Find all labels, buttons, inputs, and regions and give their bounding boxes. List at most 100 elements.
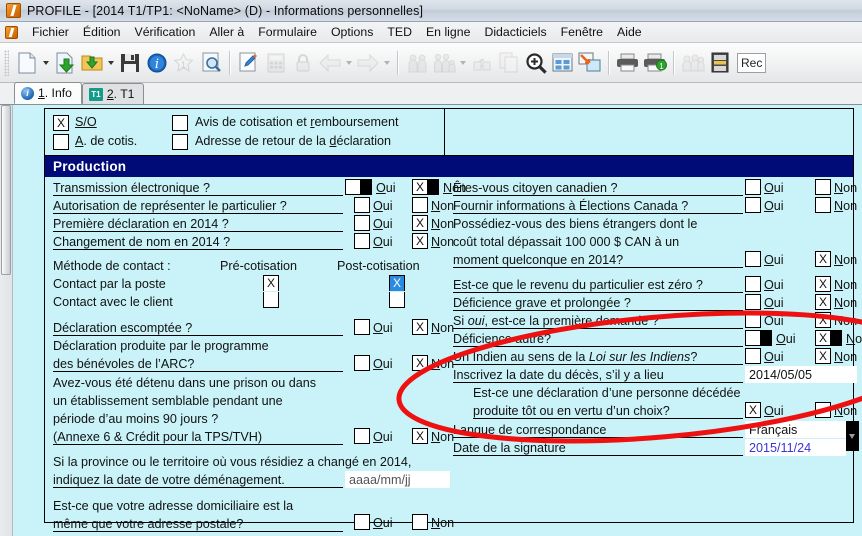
menu-item-en-ligne[interactable]: En ligne	[419, 23, 477, 41]
checkbox-changement-oui[interactable]	[354, 233, 370, 249]
menu-item-aide[interactable]: Aide	[610, 23, 649, 41]
label-r-non-4: Non	[834, 278, 858, 292]
input-langue-correspondance[interactable]: Français	[745, 421, 846, 438]
star-one-icon[interactable]: 1	[170, 49, 197, 76]
menu-item-fenetre[interactable]: Fenêtre	[554, 23, 610, 41]
focus-block-1	[361, 179, 372, 195]
checkbox-escomptee-non[interactable]: X	[412, 319, 428, 335]
forward-arrow-icon[interactable]	[354, 49, 381, 76]
label-adresse-retour: Adresse de retour de la déclaration	[195, 134, 392, 148]
menu-item-ted[interactable]: TED	[380, 23, 419, 41]
t1-icon: T1	[88, 87, 103, 101]
checkbox-premiere-oui[interactable]	[354, 215, 370, 231]
print-icon[interactable]	[614, 49, 641, 76]
chevron-down-icon[interactable]	[846, 421, 859, 451]
checkbox-deces-oui[interactable]: X	[745, 402, 761, 418]
checkbox-autorisation-non[interactable]	[412, 197, 428, 213]
checkbox-benevoles-non[interactable]: X	[412, 355, 428, 371]
checkbox-client-post[interactable]	[389, 292, 405, 308]
menu-item-formulaire[interactable]: Formulaire	[251, 23, 324, 41]
back-arrow-icon[interactable]	[316, 49, 343, 76]
checkbox-adresse-non[interactable]	[412, 514, 428, 530]
grid-view-icon[interactable]	[549, 49, 576, 76]
checkbox-avis-cotisation[interactable]	[172, 115, 188, 131]
lock-icon[interactable]	[289, 49, 316, 76]
label-r-oui-8: Oui	[764, 350, 784, 364]
save-icon[interactable]	[116, 49, 143, 76]
edit-icon[interactable]	[235, 49, 262, 76]
checkbox-a-de-cotis[interactable]	[53, 134, 69, 150]
menu-item-aller-a[interactable]: Aller à	[202, 23, 251, 41]
menu-item-verification[interactable]: Vérification	[128, 23, 203, 41]
record-search-field[interactable]: Rec	[737, 52, 767, 73]
menu-item-fichier[interactable]: Fichier	[25, 23, 76, 41]
new-document-icon[interactable]	[13, 49, 40, 76]
scrollbar-thumb[interactable]	[1, 105, 11, 275]
tab-info[interactable]: i 1. Info	[14, 82, 82, 104]
checkbox-premiere-non[interactable]: X	[412, 215, 428, 231]
toolbar-grip[interactable]	[4, 49, 9, 76]
back-dropdown-icon[interactable]	[343, 49, 354, 76]
checkbox-deficience-autre-non[interactable]: X	[815, 330, 831, 346]
checkbox-poste-pre[interactable]: X	[263, 275, 279, 291]
open-folder-icon[interactable]	[78, 49, 105, 76]
checkbox-premiere-demande-non[interactable]: X	[815, 312, 831, 328]
import-client-icon[interactable]	[51, 49, 78, 76]
input-date-signature[interactable]: 2015/11/24	[745, 439, 846, 456]
family-group-icon[interactable]	[430, 49, 457, 76]
print-one-icon[interactable]: 1	[641, 49, 668, 76]
archive-icon[interactable]	[706, 49, 733, 76]
checkbox-deficience-non[interactable]: X	[815, 294, 831, 310]
checkbox-prison-oui[interactable]	[354, 428, 370, 444]
toolbar-separator	[229, 50, 230, 75]
clients-icon[interactable]	[679, 49, 706, 76]
new-document-dropdown-icon[interactable]	[40, 49, 51, 76]
tab-t1[interactable]: T1 2. T1	[81, 83, 145, 104]
checkbox-revenu-non[interactable]: X	[815, 276, 831, 292]
forward-dropdown-icon[interactable]	[381, 49, 392, 76]
preview-icon[interactable]	[197, 49, 224, 76]
zoom-in-icon[interactable]	[522, 49, 549, 76]
family-icon[interactable]	[403, 49, 430, 76]
checkbox-client-pre[interactable]	[263, 292, 279, 308]
checkbox-biens-oui[interactable]	[745, 251, 761, 267]
label-revenu-zero: Est-ce que le revenu du particulier est …	[453, 278, 743, 293]
checkbox-transmission-non[interactable]: X	[412, 179, 428, 195]
checkbox-premiere-demande-oui[interactable]	[745, 312, 761, 328]
checkbox-indien-non[interactable]: X	[815, 348, 831, 364]
checkbox-transmission-oui[interactable]	[345, 179, 361, 195]
menu-item-options[interactable]: Options	[324, 23, 380, 41]
input-date-deces[interactable]: 2014/05/05	[745, 366, 857, 383]
checkbox-changement-non[interactable]: X	[412, 233, 428, 249]
checkbox-elections-oui[interactable]	[745, 197, 761, 213]
checkbox-poste-post[interactable]: X	[389, 275, 405, 291]
checkbox-adresse-retour[interactable]	[172, 134, 188, 150]
checkbox-revenu-oui[interactable]	[745, 276, 761, 292]
checkbox-deficience-oui[interactable]	[745, 294, 761, 310]
checkbox-escomptee-oui[interactable]	[354, 319, 370, 335]
checkbox-deficience-autre-oui[interactable]	[745, 330, 761, 346]
info-icon[interactable]: i	[143, 49, 170, 76]
menu-item-didacticiels[interactable]: Didacticiels	[477, 23, 553, 41]
open-folder-dropdown-icon[interactable]	[105, 49, 116, 76]
copy-icon[interactable]	[495, 49, 522, 76]
checkbox-citoyen-oui[interactable]	[745, 179, 761, 195]
checkbox-biens-non[interactable]: X	[815, 251, 831, 267]
family-dropdown-icon[interactable]	[457, 49, 468, 76]
checkbox-autorisation-oui[interactable]	[354, 197, 370, 213]
label-methode-contact: Méthode de contact :	[53, 259, 171, 273]
menu-item-edition[interactable]: Édition	[76, 23, 128, 41]
checkbox-prison-non[interactable]: X	[412, 428, 428, 444]
vertical-scrollbar[interactable]	[0, 105, 13, 536]
checkbox-indien-oui[interactable]	[745, 348, 761, 364]
input-date-demenagement[interactable]: aaaa/mm/jj	[345, 471, 450, 488]
checkbox-citoyen-non[interactable]	[815, 179, 831, 195]
calculator-icon[interactable]	[262, 49, 289, 76]
snapshot-icon[interactable]	[576, 49, 603, 76]
checkbox-so[interactable]: X	[53, 115, 69, 131]
checkbox-deces-non[interactable]	[815, 402, 831, 418]
checkbox-adresse-oui[interactable]	[354, 514, 370, 530]
checkbox-benevoles-oui[interactable]	[354, 355, 370, 371]
link-icon[interactable]	[468, 49, 495, 76]
checkbox-elections-non[interactable]	[815, 197, 831, 213]
